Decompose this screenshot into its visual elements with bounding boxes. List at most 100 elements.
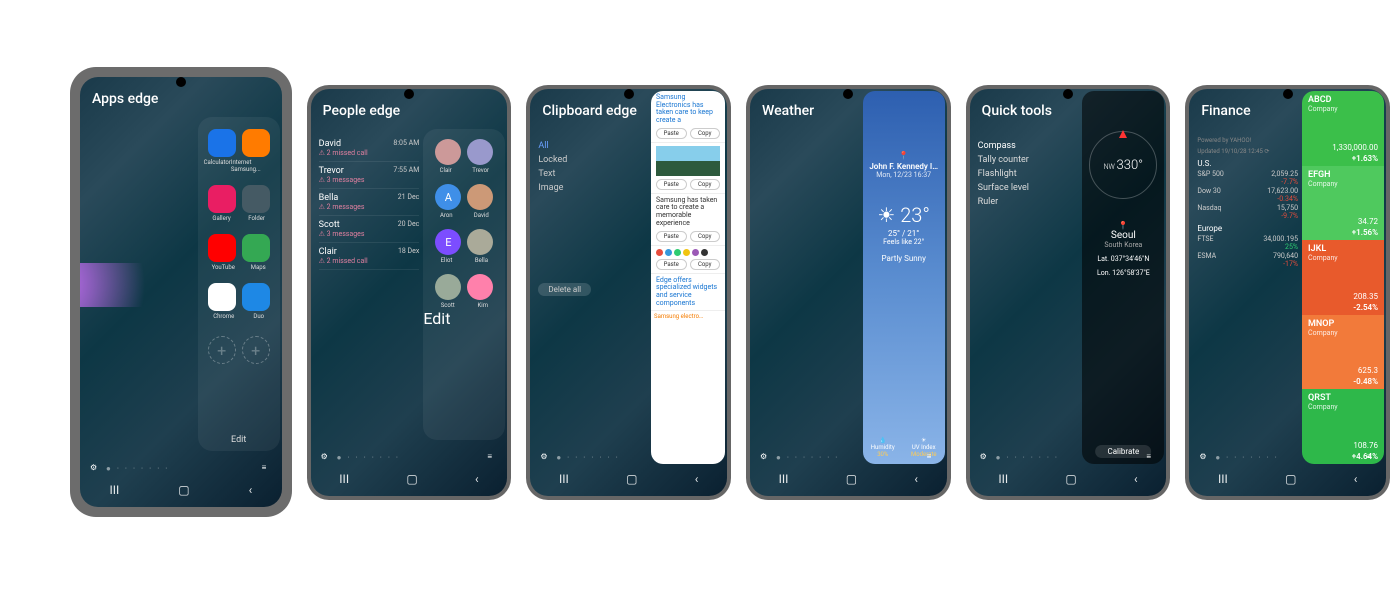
paste-button[interactable]: Paste [656,259,687,270]
recent-contact[interactable]: 21 DecBella⚠ 2 messages [319,189,420,216]
avatar[interactable] [467,274,493,300]
list-icon[interactable]: ≡ [262,463,272,473]
clipboard-item[interactable]: Samsung electro… [651,311,725,322]
nav-back[interactable]: ‹ [695,472,699,486]
nav-home[interactable]: ▢ [178,483,189,497]
clipboard-item[interactable]: PasteCopy [651,246,725,274]
clipboard-item[interactable]: PasteCopy [651,143,725,194]
settings-icon[interactable]: ⚙ [540,452,550,462]
nav-home[interactable]: ▢ [1285,472,1296,486]
tool-item[interactable]: Flashlight [978,169,1029,179]
filter-image[interactable]: Image [538,183,591,193]
paste-button[interactable]: Paste [656,231,687,242]
delete-all-button[interactable]: Delete all [538,283,591,296]
app-icon[interactable] [242,234,270,262]
tool-item[interactable]: Compass [978,141,1029,151]
stock-change: +1.56% [1352,228,1378,237]
recent-contact[interactable]: 7:55 AMTrevor⚠ 3 messages [319,162,420,189]
edge-handle[interactable]: ‹ [80,263,166,307]
nav-recent[interactable]: III [1218,472,1228,486]
edit-button[interactable]: Edit [423,309,505,328]
list-icon[interactable]: ≡ [1146,452,1156,462]
app-label: Maps [251,264,266,271]
avatar[interactable]: E [435,229,461,255]
weather-date: Mon, 12/23 16:37 [863,171,945,179]
nav-back[interactable]: ‹ [475,472,479,486]
avatar[interactable] [467,139,493,165]
recent-contact[interactable]: 20 DecScott⚠ 3 messages [319,216,420,243]
add-app-button[interactable]: + [208,336,236,364]
edit-button[interactable]: Edit [198,435,280,445]
index-row[interactable]: Dow 3017,623.00-0.34% [1197,187,1298,203]
stock-card[interactable]: MNOPCompany625.3-0.48% [1302,315,1384,390]
avatar[interactable] [435,139,461,165]
copy-button[interactable]: Copy [690,179,721,190]
stock-card[interactable]: ABCDCompany1,330,000.00+1.63% [1302,91,1384,166]
avatar[interactable] [467,184,493,210]
nav-back[interactable]: ‹ [1134,472,1138,486]
nav-recent[interactable]: III [109,483,119,497]
powered-by: Powered by YAHOO! [1197,137,1298,144]
app-icon[interactable] [242,283,270,311]
paste-button[interactable]: Paste [656,179,687,190]
nav-recent[interactable]: III [559,472,569,486]
index-row[interactable]: FTSE34,000.19525% [1197,235,1298,251]
nav-back[interactable]: ‹ [914,472,918,486]
weather-panel[interactable]: 📍John F. Kennedy I…Mon, 12/23 16:37☀ 23°… [863,91,945,464]
clipboard-item[interactable]: Samsung Electronics has taken care to ke… [651,91,725,143]
settings-icon[interactable]: ⚙ [980,452,990,462]
stock-card[interactable]: EFGHCompany34.72+1.56% [1302,166,1384,241]
avatar[interactable] [435,274,461,300]
avatar[interactable]: A [435,184,461,210]
stock-card[interactable]: IJKLCompany208.35-2.54% [1302,240,1384,315]
recent-contact[interactable]: 8:05 AMDavid⚠ 2 missed call [319,135,420,162]
index-row[interactable]: S&P 5002,059.25-7.7% [1197,170,1298,186]
settings-icon[interactable]: ⚙ [90,463,100,473]
app-icon[interactable] [242,185,270,213]
filter-all[interactable]: All [538,141,591,151]
list-icon[interactable]: ≡ [487,452,497,462]
stock-symbol: MNOP [1308,319,1378,329]
nav-home[interactable]: ▢ [1065,472,1076,486]
app-icon[interactable] [208,234,236,262]
avatar[interactable] [467,229,493,255]
copy-button[interactable]: Copy [690,128,721,139]
nav-home[interactable]: ▢ [846,472,857,486]
stock-price: 625.3 [1358,366,1378,375]
tool-item[interactable]: Ruler [978,197,1029,207]
app-icon[interactable] [208,129,236,157]
clipboard-item[interactable]: Samsung has taken care to create a memor… [651,194,725,246]
nav-recent[interactable]: III [779,472,789,486]
index-row[interactable]: Nasdaq15,750-9.7% [1197,204,1298,220]
app-icon[interactable] [208,185,236,213]
copy-button[interactable]: Copy [690,259,721,270]
app-icon[interactable] [242,129,270,157]
tool-item[interactable]: Surface level [978,183,1029,193]
nav-recent[interactable]: III [339,472,349,486]
nav-home[interactable]: ▢ [626,472,637,486]
recent-contact[interactable]: 18 DexClair⚠ 2 missed call [319,243,420,270]
paste-button[interactable]: Paste [656,128,687,139]
settings-icon[interactable]: ⚙ [1199,452,1209,462]
clipboard-item[interactable]: Edge offers specialized widgets and serv… [651,274,725,312]
nav-back[interactable]: ‹ [249,483,253,497]
filter-text[interactable]: Text [538,169,591,179]
clipboard-panel: Samsung Electronics has taken care to ke… [651,91,725,464]
add-app-button[interactable]: + [242,336,270,364]
nav-back[interactable]: ‹ [1354,472,1358,486]
compass-dial: NW 330° [1089,131,1157,199]
nav-recent[interactable]: III [998,472,1008,486]
list-icon[interactable]: ≡ [1366,452,1376,462]
stock-price: 208.35 [1353,292,1378,301]
copy-button[interactable]: Copy [690,231,721,242]
app-icon[interactable] [208,283,236,311]
list-icon[interactable]: ≡ [707,452,717,462]
settings-icon[interactable]: ⚙ [760,452,770,462]
index-row[interactable]: ESMA790,640-17% [1197,252,1298,268]
list-icon[interactable]: ≡ [927,452,937,462]
edge-screen: Weather📍John F. Kennedy I…Mon, 12/23 16:… [750,89,947,496]
filter-locked[interactable]: Locked [538,155,591,165]
settings-icon[interactable]: ⚙ [321,452,331,462]
nav-home[interactable]: ▢ [406,472,417,486]
tool-item[interactable]: Tally counter [978,155,1029,165]
